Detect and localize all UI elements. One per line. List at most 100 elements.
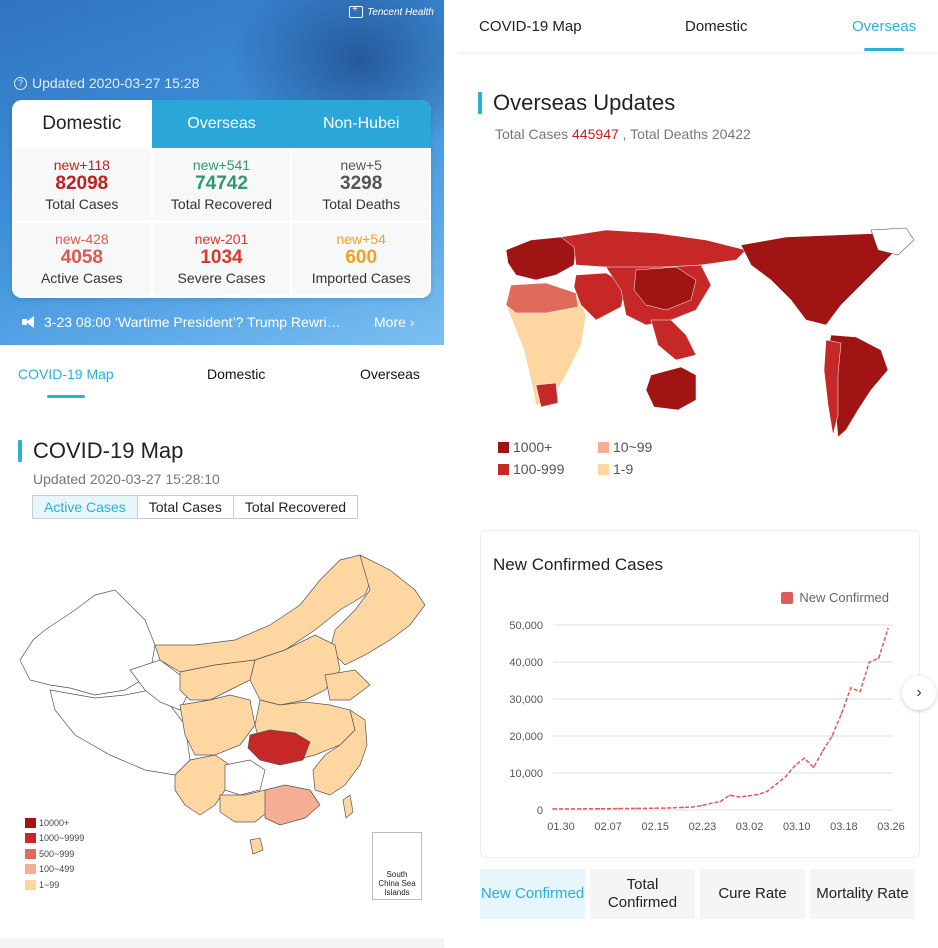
btn-new-confirmed[interactable]: New Confirmed [480, 869, 585, 919]
stat-value: 1034 [200, 247, 243, 268]
y-tick-label: 40,000 [509, 657, 543, 669]
data-point[interactable] [719, 800, 722, 803]
overseas-section-title: Overseas Updates [478, 90, 675, 116]
btn-mortality-rate[interactable]: Mortality Rate [810, 869, 915, 919]
data-point[interactable] [794, 764, 796, 767]
data-point[interactable] [654, 807, 657, 809]
tab-label: COVID-19 Map [18, 366, 114, 382]
legend-item[interactable]: 100~499 [25, 862, 84, 878]
x-tick-label: 03.18 [830, 821, 858, 833]
region-xinjiang[interactable] [19, 589, 156, 696]
legend-swatch [25, 817, 36, 828]
series-line [553, 628, 889, 810]
data-point[interactable] [784, 775, 787, 778]
data-point[interactable] [561, 808, 564, 810]
stat-label: Total Cases [45, 196, 119, 212]
ticker-text[interactable]: 3-23 08:00 ‘Wartime President’? Trump Re… [44, 314, 359, 330]
data-point[interactable] [747, 795, 750, 797]
data-point[interactable] [803, 757, 806, 759]
more-link[interactable]: More › [374, 314, 414, 330]
x-tick-label: 03.02 [736, 821, 764, 833]
data-point[interactable] [626, 807, 629, 810]
help-icon[interactable]: ? [14, 76, 27, 90]
data-point[interactable] [589, 807, 592, 810]
legend-item[interactable]: 1-9 [598, 461, 633, 477]
tab-covid-map[interactable]: COVID-19 Map [18, 366, 114, 398]
legend-label: 1000~9999 [39, 833, 85, 844]
tab-overseas[interactable]: Overseas [852, 18, 916, 51]
new-confirmed-chart-card: New Confirmed Cases New Confirmed 50,000… [480, 530, 920, 858]
legend-item[interactable]: 10000+ [25, 815, 84, 831]
data-point[interactable] [682, 806, 685, 809]
region-australia[interactable] [645, 366, 697, 411]
legend-item[interactable]: 100-999 [498, 461, 564, 477]
data-point[interactable] [598, 807, 601, 810]
tab-domestic[interactable]: Domestic [207, 366, 265, 382]
legend-item[interactable]: 500~999 [25, 846, 84, 862]
mode-total-recovered[interactable]: Total Recovered [234, 496, 357, 518]
data-point[interactable] [580, 808, 582, 810]
data-point[interactable] [570, 808, 573, 810]
data-point[interactable] [766, 790, 768, 793]
stat-delta: new-428 [54, 231, 109, 247]
tab-domestic[interactable]: Domestic [685, 18, 748, 35]
region-guangxi[interactable] [219, 789, 271, 823]
data-point[interactable] [831, 735, 833, 737]
legend-item[interactable]: 1~99 [25, 877, 84, 893]
btn-cure-rate[interactable]: Cure Rate [700, 869, 805, 919]
mode-total-cases[interactable]: Total Cases [138, 496, 234, 518]
legend-swatch [498, 463, 509, 475]
region-guangdong[interactable] [264, 784, 321, 826]
left-nav-tabs: COVID-19 Map Domestic Overseas [0, 346, 444, 402]
region-shandong[interactable] [324, 669, 371, 701]
data-point[interactable] [756, 793, 759, 796]
world-map[interactable] [486, 225, 916, 445]
data-point[interactable] [859, 690, 861, 693]
data-point[interactable] [812, 766, 815, 769]
next-chart-button[interactable]: › [902, 676, 936, 710]
legend-item[interactable]: 1000+ [498, 439, 552, 455]
data-point[interactable] [738, 796, 740, 798]
data-point[interactable] [775, 783, 778, 785]
stats-tab-overseas[interactable]: Overseas [151, 100, 292, 148]
data-point[interactable] [701, 804, 703, 807]
legend-item[interactable]: 10~99 [598, 439, 652, 455]
data-point[interactable] [840, 713, 843, 715]
legend-label: 1000+ [513, 439, 553, 455]
stats-tab-non-hubei[interactable]: Non-Hubei [291, 100, 431, 148]
region-sichuan[interactable] [179, 694, 256, 756]
news-ticker[interactable]: 3-23 08:00 ‘Wartime President’? Trump Re… [0, 306, 444, 338]
region-north-africa[interactable] [505, 282, 579, 314]
data-point[interactable] [663, 807, 666, 809]
chart-mode-buttons: New Confirmed Total Confirmed Cure Rate … [480, 869, 915, 919]
legend-item[interactable]: 1000~9999 [25, 831, 84, 847]
tab-covid-map[interactable]: COVID-19 Map [479, 18, 582, 35]
mode-active-cases[interactable]: Active Cases [33, 496, 138, 518]
data-point[interactable] [617, 807, 619, 810]
bottom-divider [0, 938, 444, 948]
data-point[interactable] [868, 661, 871, 663]
tab-overseas[interactable]: Overseas [360, 366, 420, 382]
btn-total-confirmed[interactable]: Total Confirmed [590, 869, 695, 919]
map-title: COVID-19 Map [33, 438, 184, 463]
data-point[interactable] [710, 802, 712, 805]
data-point[interactable] [822, 750, 824, 752]
data-point[interactable] [673, 806, 675, 809]
region-hainan[interactable] [249, 837, 264, 855]
data-point[interactable] [552, 808, 554, 810]
data-point[interactable] [645, 807, 647, 810]
data-point[interactable] [729, 794, 731, 796]
data-point[interactable] [877, 657, 880, 660]
data-point[interactable] [887, 627, 889, 630]
stats-tab-domestic[interactable]: Domestic [12, 100, 152, 148]
new-confirmed-line-chart[interactable]: 50,000 40,000 30,000 20,000 10,000 0 01.30 02.0… [481, 531, 921, 859]
data-point[interactable] [635, 807, 638, 810]
region-guizhou[interactable] [224, 759, 266, 796]
region-russia[interactable] [560, 229, 747, 271]
region-taiwan[interactable] [342, 794, 354, 819]
data-point[interactable] [849, 687, 852, 689]
data-point[interactable] [608, 807, 610, 810]
data-point[interactable] [691, 806, 694, 808]
region-europe[interactable] [505, 236, 577, 281]
region-southeast-asia[interactable] [650, 319, 697, 361]
